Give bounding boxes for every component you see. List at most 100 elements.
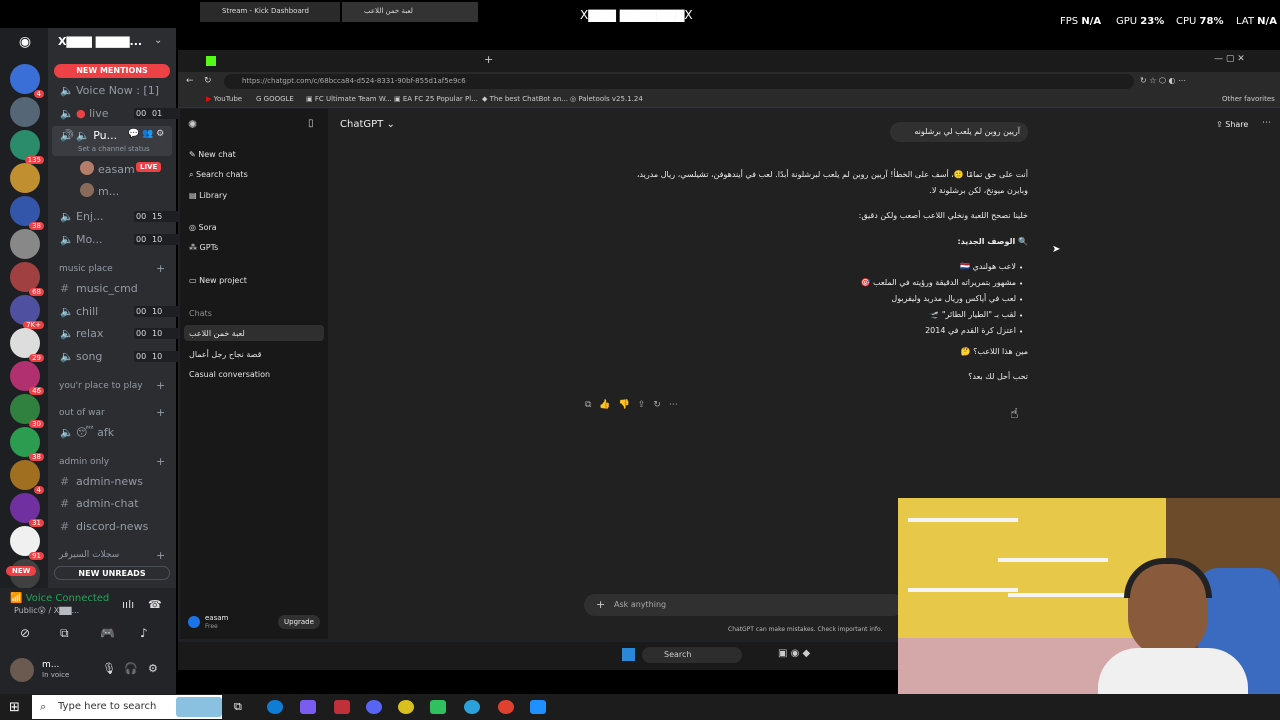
add-channel-icon[interactable]: + [156, 549, 165, 562]
avatar[interactable] [80, 161, 94, 175]
voice-channel-path[interactable]: Public😮 / X▇▇... [14, 606, 79, 615]
edge-icon[interactable] [267, 700, 283, 714]
tab-chatgpt[interactable]: لعبة خمن اللاعب [342, 2, 478, 22]
gear-icon[interactable]: ⚙ [148, 662, 158, 675]
avatar[interactable] [80, 183, 94, 197]
screen-share-icon[interactable]: ⧉ [60, 626, 69, 641]
add-channel-icon[interactable]: + [156, 379, 165, 392]
discord-icon[interactable] [366, 700, 382, 714]
new-badge[interactable]: NEW [6, 566, 37, 576]
server-icon[interactable] [10, 97, 40, 127]
category-arabic[interactable]: سجلات السيرفر [59, 550, 119, 560]
bookmark-fc-ultimate[interactable]: ▣ FC Ultimate Team W... [306, 95, 392, 103]
noise-suppression-icon[interactable]: ıılı [122, 598, 134, 611]
app-icon[interactable] [300, 700, 316, 714]
telegram-icon[interactable] [464, 700, 480, 714]
server-icon[interactable]: 7K+ [10, 295, 44, 329]
new-mentions-pill[interactable]: NEW MENTIONS [54, 64, 170, 78]
chat-item[interactable]: لعبة خمن اللاعب [189, 329, 245, 338]
channel-actions[interactable]: 💬 👥 ⚙ [128, 129, 164, 139]
channel-relax[interactable]: 🔈 relax [60, 327, 103, 340]
server-icon[interactable]: 68 [10, 262, 44, 296]
channel-voice-now[interactable]: 🔈 Voice Now : [1] [60, 84, 159, 97]
camera-off-icon[interactable]: ⊘ [20, 626, 30, 640]
chrome-icon[interactable] [498, 700, 514, 714]
account-name[interactable]: easam [205, 614, 228, 622]
server-icon[interactable]: 46 [10, 361, 44, 395]
headphones-icon[interactable]: 🎧 [124, 662, 138, 675]
new-unreads-pill[interactable]: NEW UNREADS [54, 566, 170, 580]
server-icon[interactable]: 38 [10, 427, 44, 461]
voice-user[interactable]: easam [98, 163, 135, 176]
channel-afk[interactable]: 🔈 😴 afk [60, 426, 114, 439]
bookmark-chatbot[interactable]: ◆ The best ChatBot an... [482, 95, 568, 103]
category-music-place[interactable]: music place [59, 264, 113, 274]
channel-live[interactable]: 🔈 ● live [60, 107, 109, 120]
app-icon[interactable] [530, 700, 546, 714]
server-icon[interactable]: 30 [10, 394, 44, 428]
category-out-of-war[interactable]: out of war [59, 408, 105, 418]
bookmark-google[interactable]: G GOOGLE [256, 95, 294, 103]
toolbar-icons[interactable]: ↻ ☆ ⬡ ◐ ⋯ [1140, 76, 1186, 85]
server-icon[interactable]: 91 [10, 526, 44, 560]
obs-icon[interactable] [430, 700, 446, 714]
chat-item[interactable]: قصة نجاح رجل أعمال [189, 350, 261, 359]
set-channel-status[interactable]: Set a channel status [78, 145, 150, 153]
more-options-icon[interactable]: ⋯ [1262, 118, 1271, 128]
sidebar-item-gpts[interactable]: ⁂ GPTs [189, 243, 218, 252]
add-channel-icon[interactable]: + [156, 455, 165, 468]
add-channel-icon[interactable]: + [156, 262, 165, 275]
server-icon[interactable]: 29 [10, 328, 44, 362]
openai-logo-icon[interactable]: ✺ [188, 118, 197, 131]
soundboard-icon[interactable]: ♪ [140, 626, 148, 640]
avatar[interactable] [188, 616, 200, 628]
tab-kick-dashboard[interactable]: Stream - Kick Dashboard [200, 2, 340, 22]
share-button[interactable]: ⇪ Share [1216, 120, 1248, 129]
task-view-icon[interactable]: ⧉ [234, 700, 242, 714]
sidebar-item-new-chat[interactable]: ✎ New chat [189, 150, 236, 159]
sidebar-item-new-project[interactable]: ▭ New project [189, 276, 247, 285]
channel-song[interactable]: 🔈 song [60, 350, 102, 363]
other-favorites[interactable]: Other favorites [1222, 95, 1275, 103]
bookmark-paletools[interactable]: ◎ Paletools v25.1.24 [570, 95, 643, 103]
server-name[interactable]: X▇▇▇ ▇▇▇▇... [58, 35, 142, 48]
app-icon[interactable] [334, 700, 350, 714]
chevron-down-icon[interactable]: ⌄ [154, 35, 162, 46]
app-icon[interactable] [398, 700, 414, 714]
channel-chill[interactable]: 🔈 chill [60, 305, 98, 318]
chat-item[interactable]: Casual conversation [189, 370, 270, 379]
back-icon[interactable]: ← [186, 76, 194, 86]
sidebar-item-search[interactable]: ⌕ Search chats [189, 170, 248, 180]
upgrade-button[interactable]: Upgrade [278, 615, 320, 629]
channel-mo[interactable]: 🔈 Mo... [60, 233, 103, 246]
server-icon[interactable]: 38 [10, 196, 44, 230]
avatar[interactable] [10, 658, 34, 682]
inner-search-box[interactable]: Search [642, 647, 742, 663]
window-controls[interactable]: — ▢ ✕ [1214, 54, 1245, 64]
activity-icon[interactable]: 🎮 [100, 626, 115, 640]
bookmark-ea-fc[interactable]: ▣ EA FC 25 Popular Pl... [394, 95, 478, 103]
category-admin-only[interactable]: admin only [59, 457, 109, 467]
disconnect-icon[interactable]: ☎ [148, 598, 162, 611]
discord-home-icon[interactable]: ◉ [12, 34, 38, 52]
bookmark-youtube[interactable]: ▶ YouTube [206, 95, 242, 103]
taskbar-app-icons[interactable]: ▣ ◉ ◆ [778, 648, 810, 659]
server-icon[interactable] [10, 163, 40, 193]
server-icon[interactable]: 4 [10, 460, 44, 494]
add-channel-icon[interactable]: + [156, 406, 165, 419]
model-selector[interactable]: ChatGPT ⌄ [340, 119, 395, 130]
message-actions[interactable]: ⧉👍👎⇪↻⋯ [585, 400, 686, 410]
microphone-icon[interactable]: 🎙 [102, 662, 116, 675]
channel-admin-news[interactable]: # admin-news [60, 475, 143, 488]
category-youre-place[interactable]: you'r place to play [59, 381, 143, 391]
url-field[interactable]: https://chatgpt.com/c/68bcca84-d524-8331… [224, 74, 1134, 89]
sidebar-toggle-icon[interactable]: ▯ [308, 118, 314, 129]
server-icon[interactable]: 135 [10, 130, 44, 164]
prompt-input[interactable]: Ask anything [614, 600, 666, 609]
voice-user[interactable]: m... [98, 185, 119, 198]
server-icon[interactable]: 4 [10, 64, 44, 98]
add-attachment-icon[interactable]: + [596, 598, 605, 611]
server-icon[interactable]: 31 [10, 493, 44, 527]
channel-music-cmd[interactable]: # music_cmd [60, 282, 138, 295]
windows-start-icon[interactable]: ⊞ [9, 700, 20, 715]
